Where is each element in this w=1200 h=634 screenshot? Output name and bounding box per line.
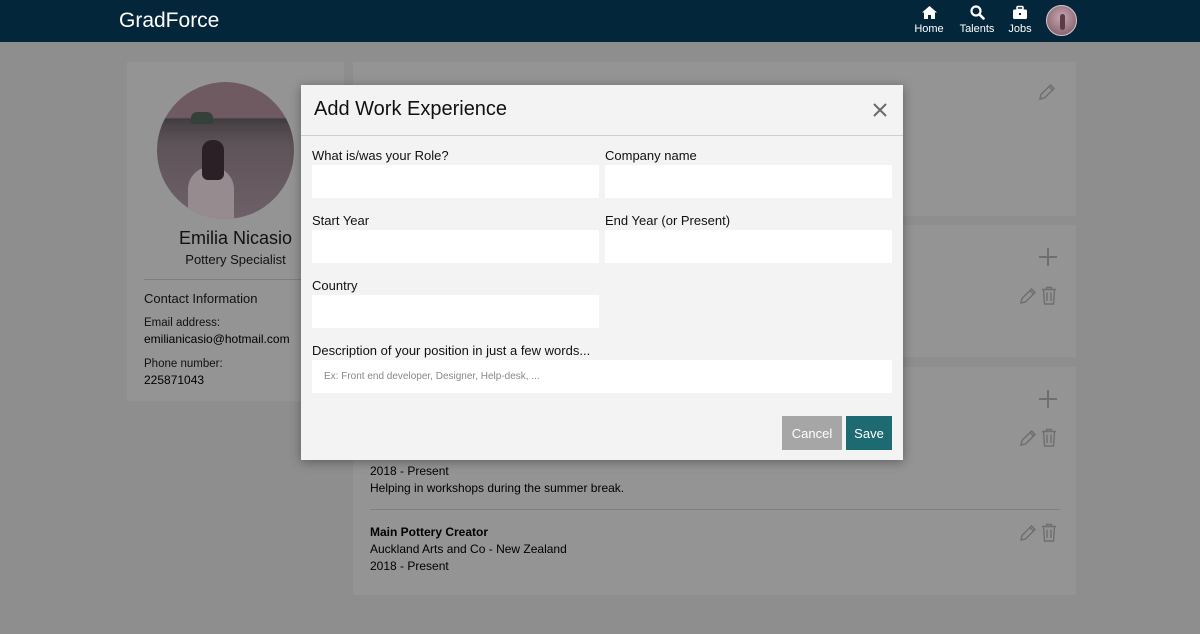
job-dates: 2018 - Present xyxy=(370,464,449,478)
top-navbar: GradForce Home Talents Jobs xyxy=(0,0,1200,42)
role-label: What is/was your Role? xyxy=(312,148,449,163)
phone-label: Phone number: xyxy=(144,358,223,370)
company-label: Company name xyxy=(605,148,697,163)
company-input[interactable] xyxy=(605,165,892,198)
plus-icon[interactable] xyxy=(1038,389,1058,409)
nav-talents-label: Talents xyxy=(959,23,995,35)
description-input[interactable] xyxy=(312,360,892,393)
trash-icon[interactable] xyxy=(1041,286,1057,305)
close-icon[interactable] xyxy=(871,101,889,119)
pencil-icon[interactable] xyxy=(1019,429,1037,447)
phone-value: 225871043 xyxy=(144,373,205,387)
user-avatar[interactable] xyxy=(1046,5,1077,36)
nav-home[interactable]: Home xyxy=(907,3,951,35)
country-label: Country xyxy=(312,278,358,293)
cancel-button[interactable]: Cancel xyxy=(782,416,842,450)
pencil-icon[interactable] xyxy=(1019,287,1037,305)
nav-talents[interactable]: Talents xyxy=(955,3,999,35)
briefcase-icon xyxy=(1013,5,1027,19)
job-role: Main Pottery Creator xyxy=(370,525,489,539)
home-icon xyxy=(921,6,937,19)
plus-icon[interactable] xyxy=(1038,247,1058,267)
contact-heading: Contact Information xyxy=(144,291,258,306)
trash-icon[interactable] xyxy=(1041,523,1057,542)
job-company: Auckland Arts and Co - New Zealand xyxy=(370,542,567,556)
country-input[interactable] xyxy=(312,295,599,328)
nav-jobs-label: Jobs xyxy=(1008,23,1032,35)
job-dates: 2018 - Present xyxy=(370,559,449,573)
modal-header: Add Work Experience xyxy=(301,85,903,136)
pencil-icon[interactable] xyxy=(1019,524,1037,542)
start-year-input[interactable] xyxy=(312,230,599,263)
profile-photo xyxy=(157,82,294,219)
end-year-label: End Year (or Present) xyxy=(605,213,731,228)
nav-jobs[interactable]: Jobs xyxy=(998,3,1042,35)
search-icon xyxy=(969,5,985,20)
divider xyxy=(144,279,327,280)
trash-icon[interactable] xyxy=(1041,428,1057,447)
end-year-input[interactable] xyxy=(605,230,892,263)
pencil-icon[interactable] xyxy=(1038,83,1056,101)
email-value: emilianicasio@hotmail.com xyxy=(144,332,290,346)
email-label: Email address: xyxy=(144,317,221,329)
brand-logo[interactable]: GradForce xyxy=(119,9,219,33)
nav-home-label: Home xyxy=(914,23,944,35)
start-year-label: Start Year xyxy=(312,213,370,228)
save-button[interactable]: Save xyxy=(846,416,892,450)
add-work-experience-modal: Add Work Experience What is/was your Rol… xyxy=(301,85,903,460)
job-divider xyxy=(370,509,1060,510)
modal-title: Add Work Experience xyxy=(314,98,508,120)
role-input[interactable] xyxy=(312,165,599,198)
description-label: Description of your position in just a f… xyxy=(312,343,591,358)
job-description: Helping in workshops during the summer b… xyxy=(370,481,625,495)
